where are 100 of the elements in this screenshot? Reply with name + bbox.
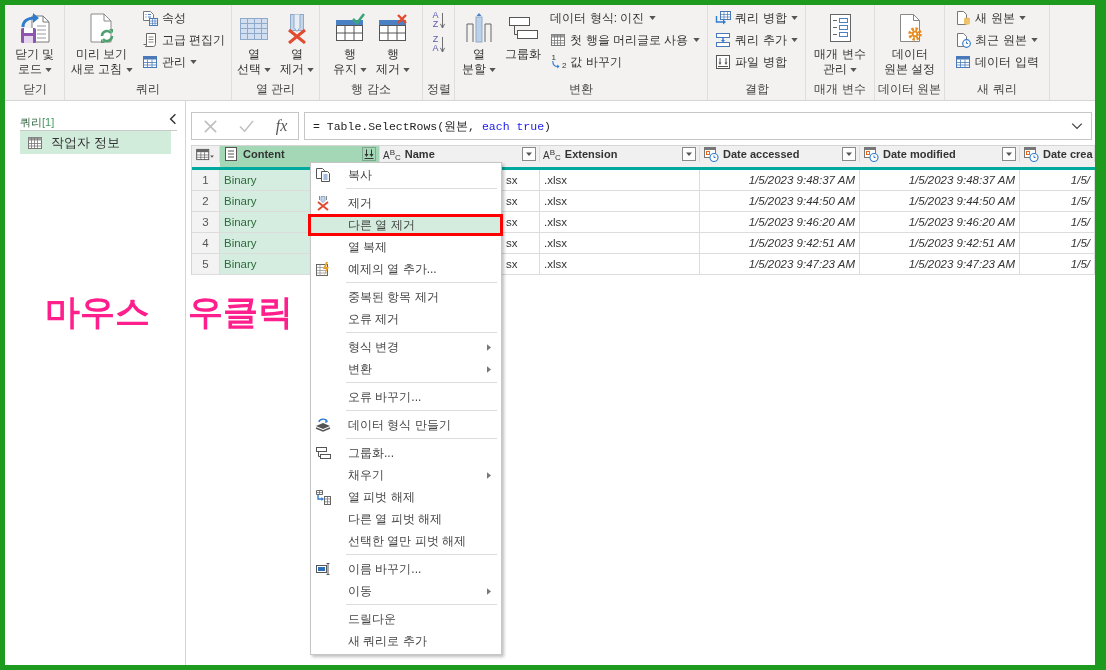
filter-dropdown-button[interactable] xyxy=(842,147,856,161)
submenu-arrow-icon xyxy=(487,343,491,351)
filter-dropdown-button[interactable] xyxy=(522,147,536,161)
data-source-settings-button[interactable]: 데이터 원본 설정 xyxy=(880,5,939,77)
remove-rows-button[interactable]: 행 제거 xyxy=(372,5,413,77)
table-cell: 1/5/2023 9:47:23 AM xyxy=(860,254,1020,275)
sort-ascending-button[interactable]: A Z xyxy=(427,9,450,31)
split-column-button[interactable]: 열 분할 xyxy=(459,5,500,77)
queries-header: 쿼리[1] xyxy=(20,114,55,130)
menu-item[interactable]: 선택한 열만 피벗 해제 xyxy=(311,530,501,552)
table-icon xyxy=(550,32,567,48)
first-row-header-button[interactable]: 첫 행을 머리글로 사용 xyxy=(547,29,703,51)
advanced-editor-button[interactable]: 고급 편집기 xyxy=(138,29,228,51)
menu-item[interactable]: 그룹화... xyxy=(311,442,501,464)
menu-item[interactable]: 복사 xyxy=(311,164,501,186)
keep-rows-button[interactable]: 행 유지 xyxy=(329,5,370,77)
calendar-clock-icon xyxy=(703,146,719,162)
table-cell: 1/5/ xyxy=(1020,212,1095,233)
table-icon xyxy=(955,54,972,70)
submenu-arrow-icon xyxy=(487,365,491,373)
menu-item[interactable]: 형식 변경 xyxy=(311,336,501,358)
new-source-button[interactable]: 새 원본 xyxy=(952,7,1042,29)
menu-item[interactable]: 데이터 형식 만들기 xyxy=(311,414,501,436)
menu-item[interactable]: 다른 열 제거 xyxy=(308,214,503,236)
row-number: 1 xyxy=(192,170,220,191)
menu-item[interactable]: 새 쿼리로 추가 xyxy=(311,630,501,652)
refresh-preview-button[interactable]: 미리 보기 새로 고침 xyxy=(68,5,136,77)
filter-dropdown-button[interactable] xyxy=(1002,147,1016,161)
group-label: 데이터 원본 xyxy=(876,81,943,98)
row-number: 3 xyxy=(192,212,220,233)
table-cell: 1/5/ xyxy=(1020,233,1095,254)
cell-value: sx xyxy=(506,195,518,207)
group-label: 결합 xyxy=(743,81,770,98)
remove-columns-button[interactable]: 열 제거 xyxy=(277,5,317,77)
menu-item[interactable]: 열 피벗 해제 xyxy=(311,486,501,508)
merge-queries-button[interactable]: 쿼리 병합 xyxy=(712,7,801,29)
group-by-button[interactable]: 그룹화 xyxy=(502,5,545,62)
menu-item[interactable]: 열 복제 xyxy=(311,236,501,258)
append-icon xyxy=(715,32,732,48)
column-delete-icon xyxy=(315,195,331,211)
cell-value: sx xyxy=(506,258,518,270)
table-cell: 1/5/2023 9:47:23 AM xyxy=(700,254,860,275)
table-cell: .xlsx xyxy=(540,233,700,254)
cell-value: Binary xyxy=(224,216,257,228)
menu-item[interactable]: 다른 열 피벗 해제 xyxy=(311,508,501,530)
group-label: 매개 변수 xyxy=(813,81,867,98)
data-type-button[interactable]: 데이터 형식: 이진 xyxy=(547,7,703,29)
formula-field[interactable]: = Table.SelectRows(원본, each true) xyxy=(304,112,1092,140)
recent-sources-button[interactable]: 최근 원본 xyxy=(952,29,1042,51)
table-cell: 1/5/2023 9:48:37 AM xyxy=(700,170,860,191)
menu-item[interactable]: 이동 xyxy=(311,580,501,602)
enter-data-button[interactable]: 데이터 입력 xyxy=(952,51,1042,73)
cell-value: sx xyxy=(506,174,518,186)
filter-dropdown-button[interactable] xyxy=(682,147,696,161)
menu-item[interactable]: 오류 바꾸기... xyxy=(311,386,501,408)
manage-parameters-button[interactable]: 매개 변수 관리 xyxy=(811,5,869,77)
menu-item[interactable]: 제거 xyxy=(311,192,501,214)
group-label: 변환 xyxy=(568,81,594,98)
menu-item[interactable]: 드릴다운 xyxy=(311,608,501,630)
manage-button[interactable]: 관리 xyxy=(138,51,228,73)
menu-item[interactable]: 채우기 xyxy=(311,464,501,486)
annotation-text: 마우스 우클릭 xyxy=(45,291,293,333)
calendar-clock-icon xyxy=(1023,146,1039,162)
check-icon[interactable] xyxy=(239,118,255,134)
table-cell: .xlsx xyxy=(540,170,700,191)
query-item[interactable]: 작업자 정보 xyxy=(20,131,171,154)
menu-item[interactable]: 오류 제거 xyxy=(311,308,501,330)
cell-value: sx xyxy=(506,237,518,249)
table-menu-icon[interactable] xyxy=(196,147,215,161)
caret-icon xyxy=(489,67,497,72)
caret-icon xyxy=(648,16,656,20)
caret-icon xyxy=(264,67,271,72)
expand-button[interactable] xyxy=(362,147,376,161)
close-load-button[interactable]: 닫기 및 로드 xyxy=(11,5,58,77)
table-cell: 1/5/ xyxy=(1020,254,1095,275)
choose-columns-button[interactable]: 열 선택 xyxy=(234,5,274,77)
cell-value: Binary xyxy=(224,237,257,249)
caret-icon xyxy=(790,16,798,20)
replace-values-button[interactable]: 1 2 값 바꾸기 xyxy=(547,51,703,73)
collapse-chevron-icon[interactable] xyxy=(169,113,177,125)
chevron-down-icon[interactable] xyxy=(1071,122,1083,130)
table-cell: 1/5/2023 9:46:20 AM xyxy=(700,212,860,233)
combine-files-button[interactable]: 파일 병합 xyxy=(712,51,801,73)
cell-value: Binary xyxy=(224,258,257,270)
menu-item[interactable]: 이름 바꾸기... xyxy=(311,558,501,580)
menu-item[interactable]: 예제의 열 추가... xyxy=(311,258,501,280)
rename-icon xyxy=(315,561,331,577)
append-queries-button[interactable]: 쿼리 추가 xyxy=(712,29,801,51)
insert-function-button[interactable]: fx xyxy=(275,117,288,135)
table-cell: .xlsx xyxy=(540,212,700,233)
cell-value: sx xyxy=(506,216,518,228)
table-cell: 1/5/2023 9:44:50 AM xyxy=(860,191,1020,212)
caret-icon xyxy=(359,67,367,72)
properties-button[interactable]: 속성 xyxy=(138,7,228,29)
combine-icon xyxy=(715,54,732,70)
sort-descending-button[interactable]: Z A xyxy=(427,33,450,55)
caret-icon xyxy=(1018,16,1026,20)
menu-item[interactable]: 변환 xyxy=(311,358,501,380)
merge-icon xyxy=(715,10,732,26)
menu-item[interactable]: 중복된 항목 제거 xyxy=(311,286,501,308)
